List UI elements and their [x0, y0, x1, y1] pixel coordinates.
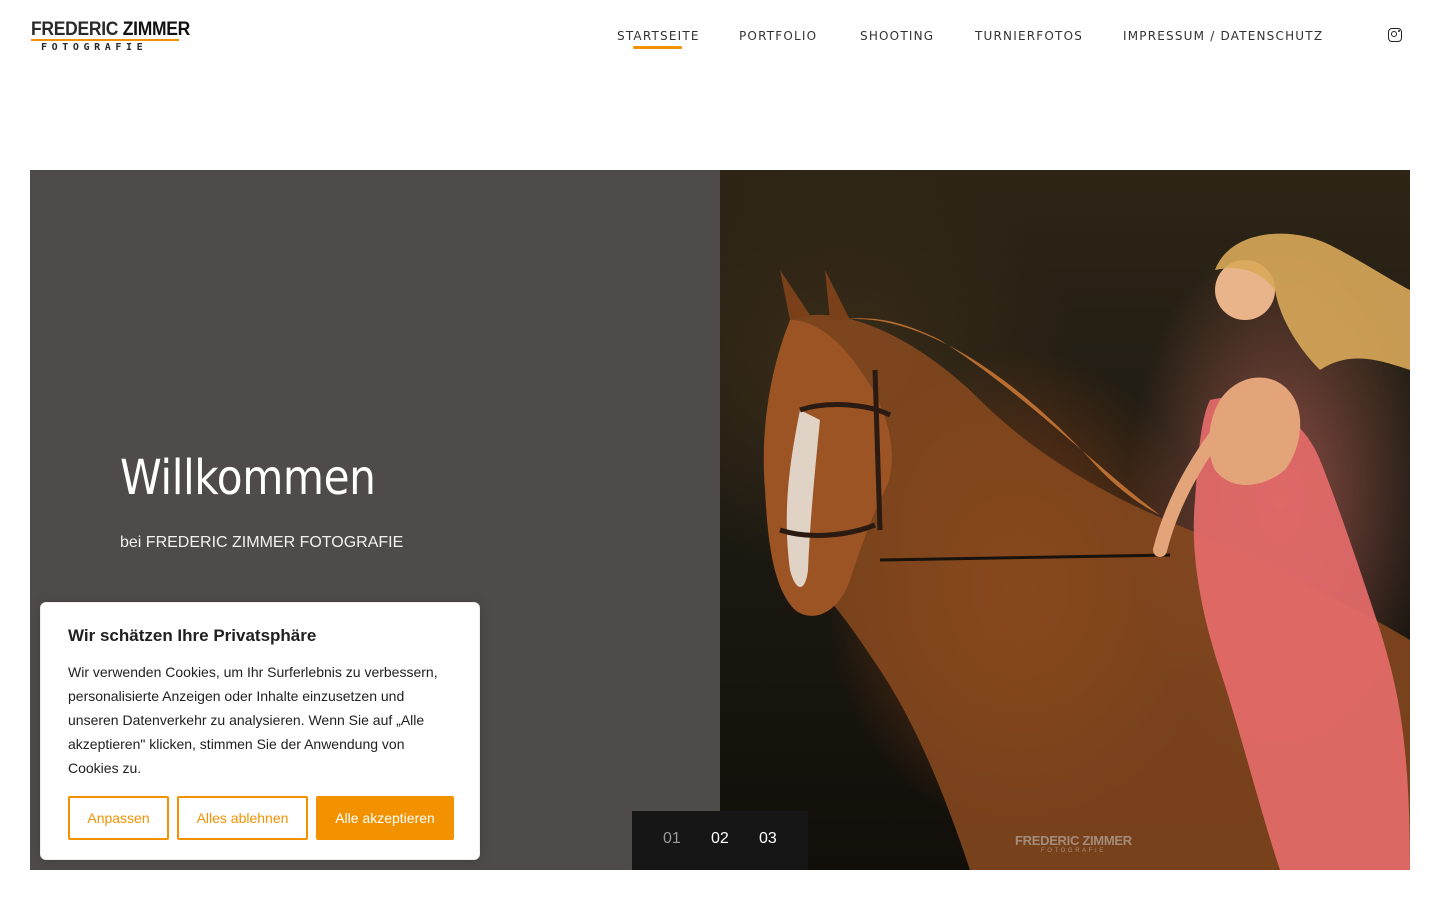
- active-nav-indicator: [633, 46, 682, 49]
- main-nav: STARTSEITE PORTFOLIO SHOOTING TURNIERFOT…: [0, 29, 1440, 49]
- customize-button[interactable]: Anpassen: [68, 796, 169, 840]
- slider-navigation: 01 02 03: [632, 811, 808, 870]
- hero-title: Willkommen: [120, 450, 376, 506]
- horse-rider-illustration: [763, 233, 1410, 870]
- watermark-name: FREDERIC ZIMMER: [1015, 833, 1132, 848]
- hero-subtitle: bei FREDERIC ZIMMER FOTOGRAFIE: [120, 534, 404, 551]
- slide-indicator-3[interactable]: 03: [759, 830, 777, 848]
- site-header: FREDERIC ZIMMER FOTOGRAFIE STARTSEITE PO…: [0, 0, 1440, 72]
- cookie-banner-title: Wir schätzen Ihre Privatsphäre: [68, 626, 317, 645]
- hero-image: FREDERIC ZIMMER FOTOGRAFIE: [720, 170, 1410, 870]
- cookie-consent-banner: Wir schätzen Ihre Privatsphäre Wir verwe…: [40, 602, 480, 860]
- slide-indicator-2[interactable]: 02: [711, 830, 729, 848]
- watermark-tagline: FOTOGRAFIE: [1040, 848, 1106, 854]
- nav-item-shooting[interactable]: SHOOTING: [860, 29, 934, 43]
- instagram-icon[interactable]: [1388, 28, 1402, 42]
- accept-all-button[interactable]: Alle akzeptieren: [316, 796, 454, 840]
- nav-item-turnierfotos[interactable]: TURNIERFOTOS: [975, 29, 1083, 43]
- nav-item-startseite[interactable]: STARTSEITE: [617, 29, 700, 43]
- slide-indicator-1[interactable]: 01: [663, 830, 681, 848]
- reject-all-button[interactable]: Alles ablehnen: [177, 796, 308, 840]
- nav-item-portfolio[interactable]: PORTFOLIO: [739, 29, 817, 43]
- photo-watermark: FREDERIC ZIMMER FOTOGRAFIE: [1015, 833, 1132, 854]
- cookie-banner-text: Wir verwenden Cookies, um Ihr Surferlebn…: [68, 664, 438, 776]
- nav-item-impressum[interactable]: IMPRESSUM / DATENSCHUTZ: [1123, 29, 1323, 43]
